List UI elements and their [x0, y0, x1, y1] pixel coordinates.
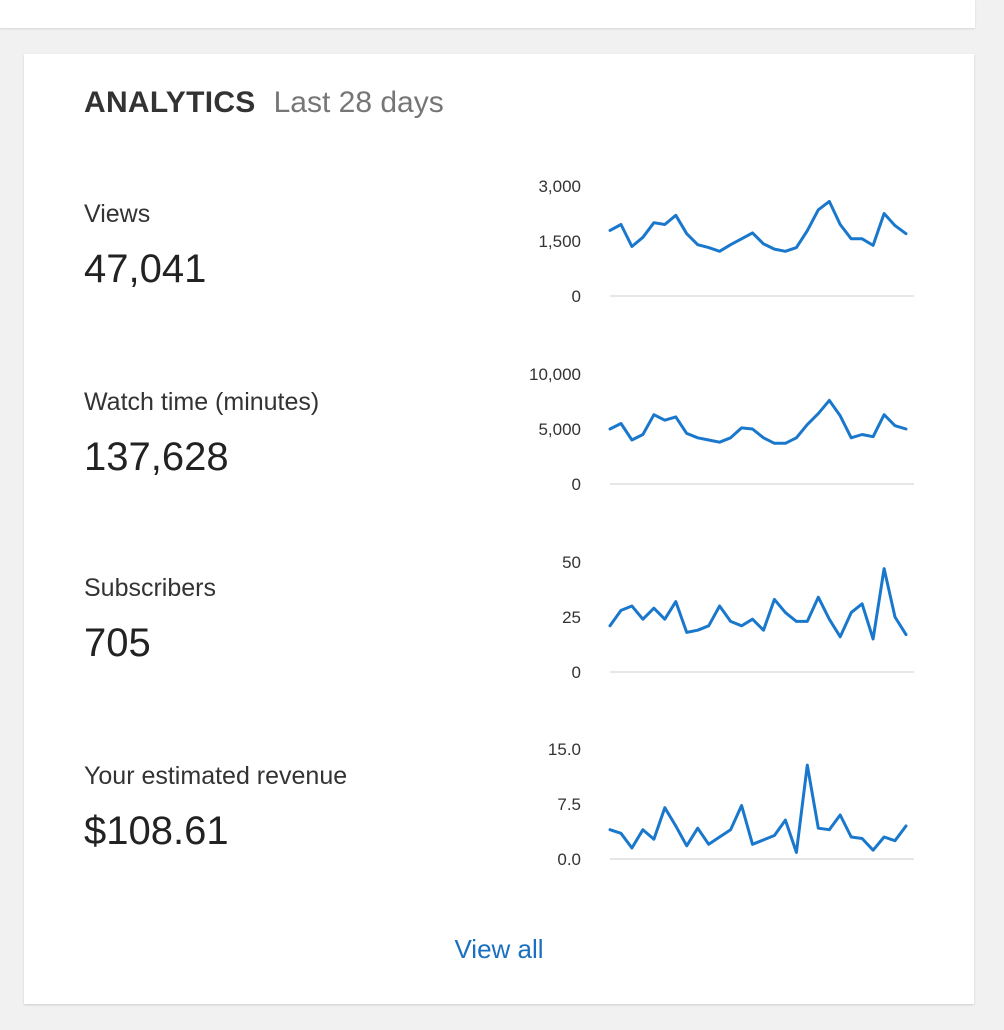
analytics-card: ANALYTICS Last 28 days Views 47,041 Watch… [24, 54, 974, 1004]
y-tick-label: 0 [572, 475, 581, 494]
y-tick-label: 3,000 [538, 177, 581, 196]
y-tick-label: 0.0 [557, 850, 581, 869]
sparklines: 3,000 1,500 0 10,000 5,000 0 50 25 0 15.0 7.5 0.0 [529, 177, 914, 869]
y-tick-label: 10,000 [529, 365, 581, 384]
view-all-link[interactable]: View all [24, 934, 974, 965]
y-tick-label: 1,500 [538, 232, 581, 251]
y-tick-label: 7.5 [557, 795, 581, 814]
sparkline-chart-0: 3,000 1,500 0 [538, 177, 914, 306]
series-line [608, 199, 908, 253]
sparkline-chart-2: 50 25 0 [562, 553, 914, 682]
y-tick-label: 0 [572, 663, 581, 682]
series-line [608, 567, 908, 641]
y-tick-label: 25 [562, 608, 581, 627]
series-line [608, 763, 908, 854]
y-tick-label: 50 [562, 553, 581, 572]
y-tick-label: 15.0 [548, 740, 581, 759]
previous-card [0, 0, 975, 28]
y-tick-label: 0 [572, 287, 581, 306]
sparkline-chart-1: 10,000 5,000 0 [529, 365, 914, 494]
y-tick-label: 5,000 [538, 420, 581, 439]
sparkline-chart-3: 15.0 7.5 0.0 [548, 740, 914, 869]
series-line [608, 398, 908, 445]
